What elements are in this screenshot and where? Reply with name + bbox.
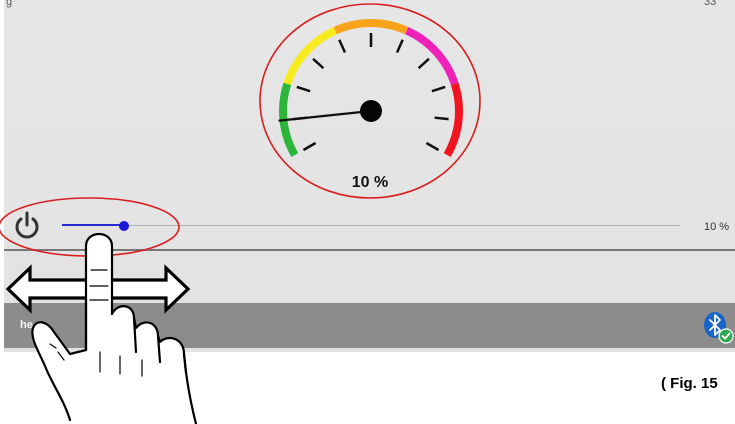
annotation-overlay (0, 3, 481, 424)
hand-swipe-icon (31, 232, 198, 424)
gauge-highlight-ellipse (259, 3, 481, 199)
